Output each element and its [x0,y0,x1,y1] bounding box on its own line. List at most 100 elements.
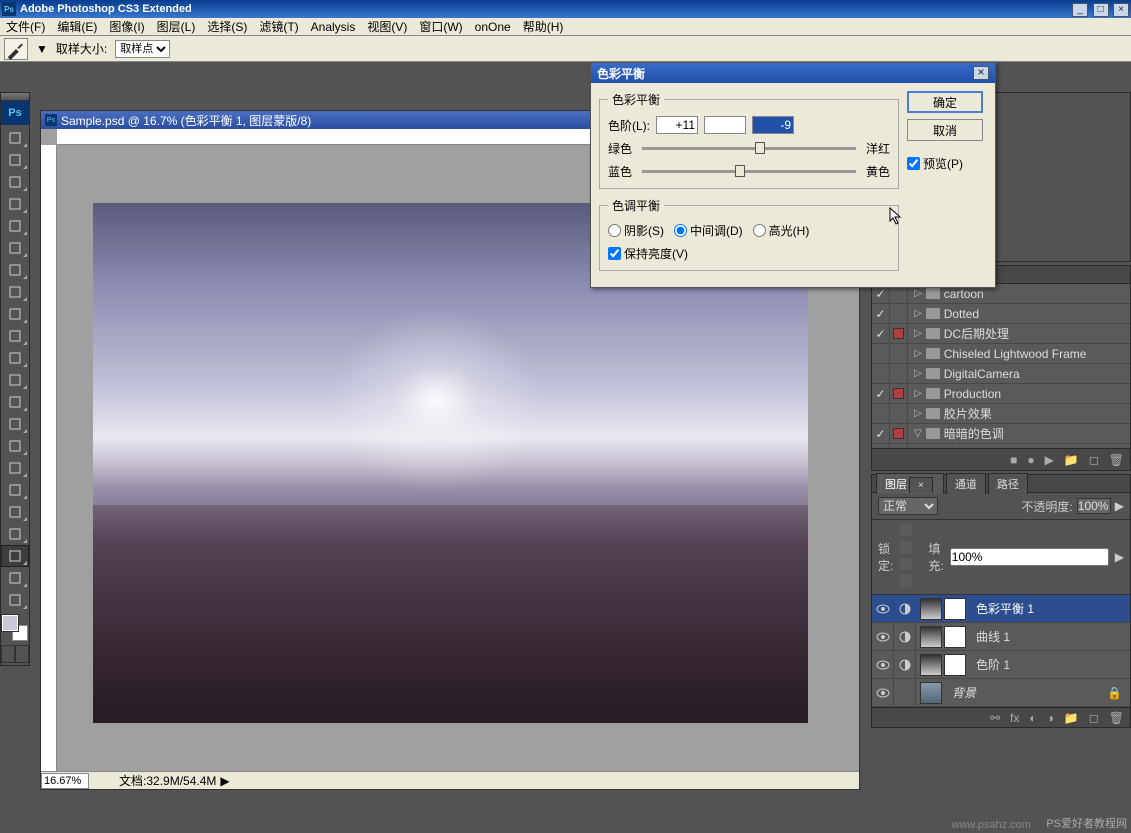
zoom-tool[interactable] [1,589,29,611]
slice-tool[interactable] [1,237,29,259]
action-row[interactable]: ▷胶片效果 [872,404,1130,424]
menu-item[interactable]: Analysis [305,20,362,34]
tone-radio[interactable]: 高光(H) [753,222,810,239]
menu-item[interactable]: 选择(S) [201,18,253,35]
layer-row[interactable]: 曲线 1 [872,623,1130,651]
watermark-url: www.psahz.com [952,819,1031,831]
menu-item[interactable]: onOne [469,20,517,34]
fg-color-swatch[interactable] [2,615,18,631]
menu-item[interactable]: 帮助(H) [517,18,570,35]
cancel-button[interactable]: 取消 [907,119,983,141]
lock-icons[interactable] [899,523,922,591]
menu-item[interactable]: 编辑(E) [51,18,103,35]
dialog-close-button[interactable]: × [973,66,989,80]
menu-item[interactable]: 图像(I) [103,18,150,35]
visibility-icon[interactable] [872,651,894,678]
trash-icon[interactable]: 🗑 [1109,453,1124,467]
tone-radio[interactable]: 中间调(D) [674,222,743,239]
adjust-icon[interactable]: ◑ [1047,711,1054,725]
menu-item[interactable]: 窗口(W) [413,18,468,35]
type-tool[interactable] [1,457,29,479]
level-cyan-red-input[interactable] [656,116,698,134]
tab-通道[interactable]: 通道 [946,473,986,494]
action-row[interactable]: ▷DigitalCamera [872,364,1130,384]
menu-item[interactable]: 文件(F) [0,18,51,35]
wand-tool[interactable] [1,193,29,215]
eraser-tool[interactable] [1,347,29,369]
group-icon[interactable]: 📁 [1064,711,1079,725]
preserve-luminosity-checkbox[interactable]: 保持亮度(V) [608,245,890,262]
menu-item[interactable]: 滤镜(T) [253,18,304,35]
layers-panel: 图层×通道路径 正常 不透明度: ▶ 锁定: 填充: ▶ 色彩平衡 1曲线 1色… [871,474,1131,728]
brush-tool[interactable] [1,281,29,303]
history-tool[interactable] [1,325,29,347]
slider-left-label: 蓝色 [608,163,638,180]
opacity-input[interactable] [1077,498,1111,514]
stamp-tool[interactable] [1,303,29,325]
close-button[interactable]: × [1113,3,1129,17]
ok-button[interactable]: 确定 [907,91,983,113]
hand-tool[interactable] [1,567,29,589]
lasso-tool[interactable] [1,171,29,193]
eyedrop-tool[interactable] [1,545,29,567]
maximize-button[interactable]: □ [1093,3,1109,17]
layer-row[interactable]: 色彩平衡 1 [872,595,1130,623]
link-icon[interactable]: ⚯ [990,711,1000,725]
action-row[interactable]: ✓▷DC后期处理 [872,324,1130,344]
play-icon[interactable]: ▶ [1045,453,1054,467]
stop-icon[interactable]: ■ [1010,453,1017,467]
level-magenta-green-input[interactable] [704,116,746,134]
zoom-input[interactable] [41,773,89,789]
pen-tool[interactable] [1,435,29,457]
marquee-tool[interactable] [1,149,29,171]
magenta-green-slider[interactable] [642,147,856,150]
color-balance-group: 色彩平衡 色阶(L): 绿色 洋红 蓝色 黄色 [599,91,899,189]
actions-footer: ■ ● ▶ 📁 ◻ 🗑 [872,448,1130,470]
menu-item[interactable]: 视图(V) [361,18,413,35]
tab-路径[interactable]: 路径 [988,473,1028,494]
layer-row[interactable]: 色阶 1 [872,651,1130,679]
move-tool[interactable] [1,127,29,149]
dodge-tool[interactable] [1,413,29,435]
notes-tool[interactable] [1,523,29,545]
blur-tool[interactable] [1,391,29,413]
path-tool[interactable] [1,479,29,501]
action-row[interactable]: ✓▽暗暗的色调 [872,424,1130,444]
tone-radio[interactable]: 阴影(S) [608,222,664,239]
blend-mode-select[interactable]: 正常 [878,497,938,515]
new-set-icon[interactable]: 📁 [1064,453,1079,467]
trash-icon[interactable]: 🗑 [1109,711,1124,725]
yellow-blue-slider[interactable] [642,170,856,173]
color-swatches[interactable] [2,615,28,641]
level-yellow-blue-input[interactable] [752,116,794,134]
action-row[interactable]: ▷Chiseled Lightwood Frame [872,344,1130,364]
shape-tool[interactable] [1,501,29,523]
action-row[interactable]: ✓▷Dotted [872,304,1130,324]
dialog-titlebar[interactable]: 色彩平衡 × [591,63,995,83]
tool-preset-icon[interactable] [4,38,28,60]
new-action-icon[interactable]: ◻ [1089,453,1099,467]
mask-icon[interactable]: ◐ [1029,711,1036,725]
ruler-vertical[interactable] [41,145,57,771]
sample-size-select[interactable]: 取样点 [115,40,170,58]
action-row[interactable]: ✓▷Production [872,384,1130,404]
preview-checkbox[interactable]: 预览(P) [907,155,987,172]
fx-icon[interactable]: fx [1010,711,1019,725]
fill-input[interactable] [950,548,1109,566]
visibility-icon[interactable] [872,595,894,622]
quick-mask-toggle[interactable] [1,645,29,663]
gradient-tool[interactable] [1,369,29,391]
color-balance-dialog[interactable]: 色彩平衡 × 色彩平衡 色阶(L): 绿色 洋红 蓝色 [590,62,996,288]
new-layer-icon[interactable]: ◻ [1089,711,1099,725]
watermark: PS爱好者教程网 [1046,815,1127,831]
menu-item[interactable]: 图层(L) [151,18,202,35]
heal-tool[interactable] [1,259,29,281]
tab-图层[interactable]: 图层× [876,473,944,494]
crop-tool[interactable] [1,215,29,237]
doc-size-value: 32.9M/54.4M [146,774,216,788]
visibility-icon[interactable] [872,623,894,650]
record-icon[interactable]: ● [1027,453,1034,467]
visibility-icon[interactable] [872,679,894,706]
minimize-button[interactable]: _ [1072,3,1088,17]
layer-row[interactable]: 背景🔒 [872,679,1130,707]
